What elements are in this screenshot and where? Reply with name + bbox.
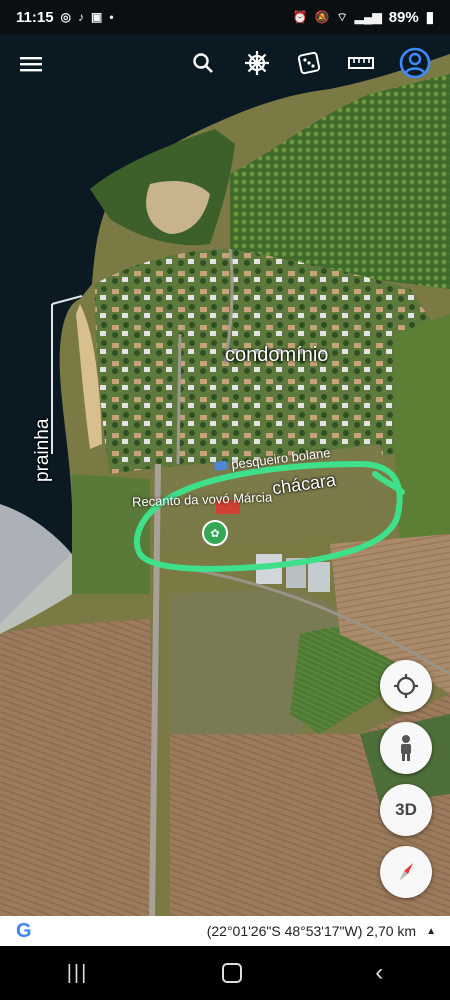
compass-icon	[399, 863, 413, 881]
account-icon[interactable]	[398, 46, 432, 80]
status-right: ⏰ 🔕 ⌔ ▂▄▆ 89% ▮	[292, 8, 434, 27]
alarm-icon: ⏰	[292, 10, 308, 24]
dot-icon: •	[109, 10, 114, 24]
label-condominio: condomínio	[225, 344, 329, 366]
info-bar: G (22°01'26"S 48°53'17"W) 2,70 km ▲	[0, 916, 450, 946]
map-imagery	[0, 34, 450, 916]
battery-icon: ▮	[425, 9, 434, 26]
system-nav-bar: ||| ‹	[0, 946, 450, 1000]
view-3d-label: 3D	[395, 800, 417, 819]
pegman-icon	[401, 735, 411, 761]
tiktok-icon: ♪	[78, 10, 85, 24]
status-bar: 11:15 ◎ ♪ ▣ • ⏰ 🔕 ⌔ ▂▄▆ 89% ▮	[0, 0, 450, 34]
status-time: 11:15	[16, 8, 54, 26]
status-left: 11:15 ◎ ♪ ▣ •	[16, 9, 114, 26]
google-logo: G	[16, 919, 32, 942]
coordinates-group[interactable]: (22°01'26"S 48°53'17"W) 2,70 km ▲	[207, 923, 436, 939]
ship-wheel-icon[interactable]	[240, 46, 274, 80]
coordinates-text: (22°01'26"S 48°53'17"W) 2,70 km	[206, 923, 417, 939]
place-pin-icon[interactable]: ✿	[202, 520, 228, 546]
satellite-map[interactable]: condomínio prainha chácara pesqueiro bol…	[0, 34, 450, 916]
home-icon[interactable]	[221, 963, 242, 983]
street-view-button[interactable]	[380, 722, 432, 774]
wifi-icon: ⌔	[336, 9, 348, 24]
recents-icon[interactable]: |||	[67, 962, 89, 985]
instagram-icon: ◎	[60, 10, 72, 24]
label-prainha: prainha	[32, 418, 53, 482]
menu-icon[interactable]	[14, 47, 48, 81]
view-3d-button[interactable]: 3D	[380, 784, 432, 836]
dice-icon[interactable]	[292, 46, 326, 80]
news-icon: ▣	[91, 10, 103, 24]
expand-up-icon[interactable]: ▲	[426, 926, 436, 937]
fishing-icon	[213, 460, 228, 472]
compass-button[interactable]	[380, 846, 432, 898]
battery-level: 89%	[388, 8, 419, 26]
back-icon[interactable]: ‹	[375, 959, 383, 987]
signal-icon: ▂▄▆	[354, 10, 382, 24]
mute-icon: 🔕	[314, 10, 330, 24]
ruler-icon[interactable]	[344, 46, 378, 80]
search-icon[interactable]	[186, 46, 220, 80]
my-location-button[interactable]	[380, 660, 432, 712]
crosshair-icon	[394, 674, 418, 698]
top-toolbar	[0, 34, 450, 94]
